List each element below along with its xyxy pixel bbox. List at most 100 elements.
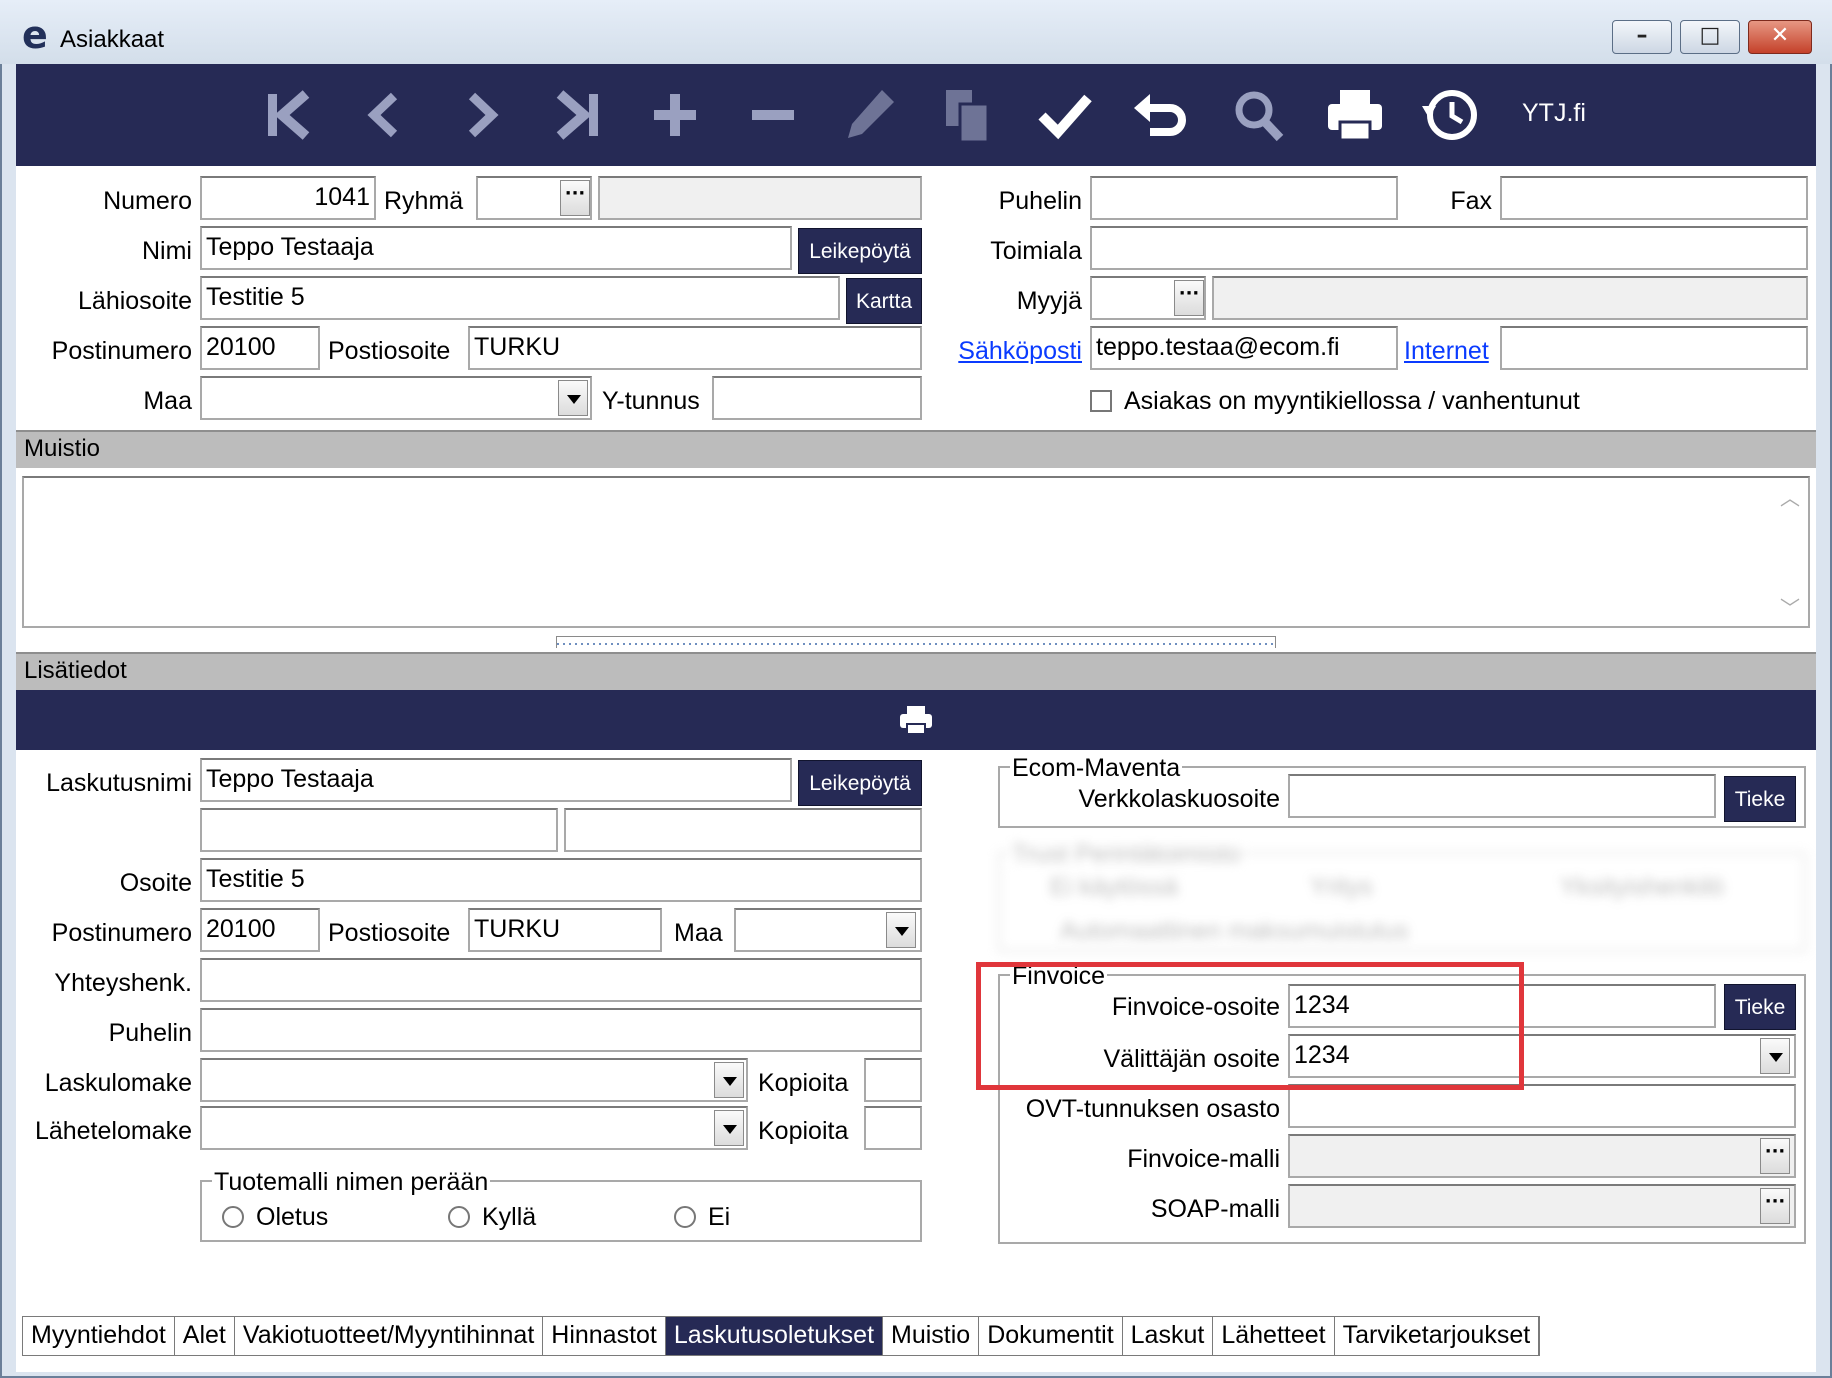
title-bar: e Asiakkaat – □ ✕ xyxy=(0,0,1832,64)
yhteyshenk-field[interactable] xyxy=(200,958,922,1002)
history-icon[interactable] xyxy=(1416,82,1486,148)
undo-icon[interactable] xyxy=(1126,82,1196,148)
extra-field-1[interactable] xyxy=(200,808,558,852)
maximize-icon: □ xyxy=(1699,23,1721,48)
tab-lahetteet[interactable]: Lähetteet xyxy=(1213,1317,1335,1355)
minimize-button[interactable]: – xyxy=(1612,20,1672,54)
postinumero-field[interactable]: 20100 xyxy=(200,326,320,370)
print-icon[interactable] xyxy=(898,704,934,736)
finvoice-malli-browse-button[interactable]: ··· xyxy=(1760,1138,1790,1174)
postiosoite-field-2[interactable]: TURKU xyxy=(468,908,662,952)
osoite-field[interactable]: Testitie 5 xyxy=(200,858,922,902)
sahkoposti-field[interactable]: teppo.testaa@ecom.fi xyxy=(1090,326,1398,370)
maa-dropdown-icon[interactable] xyxy=(558,380,588,416)
ei-radio[interactable] xyxy=(674,1206,696,1228)
scroll-up-icon[interactable]: ︿ xyxy=(1780,484,1800,514)
maa-label-2: Maa xyxy=(674,919,723,947)
tab-laskutusoletukset[interactable]: Laskutusoletukset xyxy=(665,1317,884,1355)
muistio-textarea[interactable] xyxy=(22,476,1810,628)
postinumero-label-2: Postinumero xyxy=(51,919,192,947)
copy-icon[interactable] xyxy=(932,82,1002,148)
tab-alet[interactable]: Alet xyxy=(174,1317,235,1355)
fax-field[interactable] xyxy=(1500,176,1808,220)
tab-laskut[interactable]: Laskut xyxy=(1122,1317,1214,1355)
postinumero-field-2[interactable]: 20100 xyxy=(200,908,320,952)
edit-icon[interactable] xyxy=(836,82,906,148)
nimi-field[interactable]: Teppo Testaaja xyxy=(200,226,792,270)
yhteyshenk-label: Yhteyshenk. xyxy=(54,969,192,997)
ovt-field[interactable] xyxy=(1288,1084,1796,1128)
tab-tarviketarjoukset[interactable]: Tarviketarjoukset xyxy=(1334,1317,1540,1355)
kopioita-label-2: Kopioita xyxy=(758,1117,849,1145)
postiosoite-field[interactable]: TURKU xyxy=(468,326,922,370)
internet-field[interactable] xyxy=(1500,326,1808,370)
kopioita-field-1[interactable] xyxy=(864,1058,922,1102)
ryhma-browse-button[interactable]: ··· xyxy=(560,180,590,216)
next-record-icon[interactable] xyxy=(446,82,516,148)
soap-malli-browse-button[interactable]: ··· xyxy=(1760,1188,1790,1224)
tab-muistio[interactable]: Muistio xyxy=(883,1317,980,1355)
ytunnus-label: Y-tunnus xyxy=(602,387,700,415)
myyja-browse-button[interactable]: ··· xyxy=(1174,280,1204,316)
kylla-radio[interactable] xyxy=(448,1206,470,1228)
delete-icon[interactable] xyxy=(738,82,808,148)
tab-dokumentit[interactable]: Dokumentit xyxy=(979,1317,1123,1355)
maximize-button[interactable]: □ xyxy=(1680,20,1740,54)
toimiala-field[interactable] xyxy=(1090,226,1808,270)
leikepoyta-button-2[interactable]: Leikepöytä xyxy=(798,760,922,806)
kartta-button[interactable]: Kartta xyxy=(846,278,922,324)
ryhma-label: Ryhmä xyxy=(384,187,464,215)
maa-label: Maa xyxy=(143,387,192,415)
ytunnus-field[interactable] xyxy=(712,376,922,420)
leikepoyta-button[interactable]: Leikepöytä xyxy=(798,228,922,274)
laskulomake-dropdown-icon[interactable] xyxy=(714,1062,744,1098)
scroll-down-icon[interactable]: ﹀ xyxy=(1780,594,1800,624)
sales-ban-checkbox[interactable] xyxy=(1090,390,1112,412)
internet-link[interactable]: Internet xyxy=(1404,336,1489,366)
soap-malli-field[interactable] xyxy=(1288,1184,1796,1228)
lahetelomake-select[interactable] xyxy=(200,1106,748,1150)
maa-dropdown-icon-2[interactable] xyxy=(886,912,916,948)
laskulomake-select[interactable] xyxy=(200,1058,748,1102)
print-icon[interactable] xyxy=(1320,82,1390,148)
add-icon[interactable] xyxy=(640,82,710,148)
splitter-handle[interactable] xyxy=(556,636,1276,648)
tuotemalli-title: Tuotemalli nimen perään xyxy=(212,1168,491,1196)
puhelin-field[interactable] xyxy=(1090,176,1398,220)
kylla-label: Kyllä xyxy=(482,1203,537,1231)
close-button[interactable]: ✕ xyxy=(1748,20,1812,54)
extra-field-2[interactable] xyxy=(564,808,922,852)
sahkoposti-link[interactable]: Sähköposti xyxy=(930,336,1082,366)
numero-field[interactable]: 1041 xyxy=(200,176,376,220)
previous-record-icon[interactable] xyxy=(350,82,420,148)
ytj-link[interactable]: YTJ.fi xyxy=(1522,98,1586,128)
lahiosoite-field[interactable]: Testitie 5 xyxy=(200,276,840,320)
tab-hinnastot[interactable]: Hinnastot xyxy=(543,1317,666,1355)
puhelin-field-2[interactable] xyxy=(200,1008,922,1052)
kopioita-field-2[interactable] xyxy=(864,1106,922,1150)
trust-option-1: Ei käytössä xyxy=(1050,873,1178,901)
laskulomake-label: Laskulomake xyxy=(44,1069,192,1097)
search-icon[interactable] xyxy=(1224,82,1294,148)
last-record-icon[interactable] xyxy=(544,82,614,148)
finvoice-malli-field[interactable] xyxy=(1288,1134,1796,1178)
tieke-button-2[interactable]: Tieke xyxy=(1724,984,1796,1030)
verkkolaskuosoite-field[interactable] xyxy=(1288,774,1716,818)
tieke-button-1[interactable]: Tieke xyxy=(1724,776,1796,822)
valittaja-dropdown-icon[interactable] xyxy=(1760,1038,1790,1074)
save-check-icon[interactable] xyxy=(1030,82,1100,148)
tab-myyntiehdot[interactable]: Myyntiehdot xyxy=(23,1317,175,1355)
tab-vakiotuotteet[interactable]: Vakiotuotteet/Myyntihinnat xyxy=(234,1317,544,1355)
postiosoite-label: Postiosoite xyxy=(328,337,451,365)
maa-select[interactable] xyxy=(200,376,592,420)
window-title: Asiakkaat xyxy=(60,26,165,53)
oletus-radio[interactable] xyxy=(222,1206,244,1228)
laskutusnimi-field[interactable]: Teppo Testaaja xyxy=(200,758,792,802)
myyja-label: Myyjä xyxy=(1016,287,1082,315)
lahiosoite-label: Lähiosoite xyxy=(78,287,192,315)
first-record-icon[interactable] xyxy=(252,82,322,148)
lahetelomake-dropdown-icon[interactable] xyxy=(714,1110,744,1146)
lisatiedot-toolbar xyxy=(16,690,1816,750)
finvoice-malli-label: Finvoice-malli xyxy=(1127,1145,1280,1173)
kopioita-label-1: Kopioita xyxy=(758,1069,849,1097)
